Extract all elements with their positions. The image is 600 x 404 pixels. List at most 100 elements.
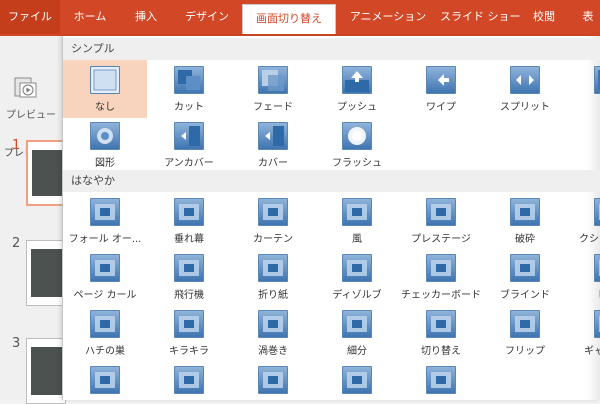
ribbon-tab[interactable]: スライド ショー: [440, 0, 521, 34]
transition-item[interactable]: クシャクシャ: [567, 192, 600, 250]
fall-over-icon: [90, 198, 120, 226]
slide-thumbnail[interactable]: [26, 240, 66, 306]
ribbon-tab[interactable]: アニメーション: [336, 0, 440, 34]
transition-label: フォール オー...: [68, 234, 142, 245]
transition-item[interactable]: カバー: [231, 116, 315, 174]
transition-label: ワイプ: [426, 102, 456, 113]
transition-item[interactable]: キラキラ: [147, 304, 231, 362]
push-icon: [342, 66, 372, 94]
ribbon-tab[interactable]: 表: [568, 0, 600, 34]
slide-thumbnail[interactable]: [26, 140, 66, 206]
uncover-icon: [174, 122, 204, 150]
transition-label: 飛行機: [174, 290, 204, 301]
transition-label: フラッシュ: [332, 158, 382, 169]
transition-label: チェッカーボード: [401, 290, 481, 301]
ribbon-tab[interactable]: ファイル: [0, 0, 60, 34]
crush-icon: [594, 198, 600, 226]
transition-item[interactable]: ワイプ: [399, 60, 483, 118]
transition-item[interactable]: [147, 360, 231, 400]
transition-item[interactable]: ページ カール: [63, 248, 147, 306]
origami-icon: [258, 254, 288, 282]
transition-item[interactable]: 飛行機: [147, 248, 231, 306]
box-icon: [258, 366, 288, 394]
cube-icon: [90, 366, 120, 394]
transition-item[interactable]: カット: [147, 60, 231, 118]
transition-label: フェード: [253, 102, 293, 113]
glitter-icon: [174, 310, 204, 338]
transition-item[interactable]: 破砕: [483, 192, 567, 250]
shred-icon: [342, 310, 372, 338]
zoom-icon: [342, 366, 372, 394]
ribbon-tab[interactable]: 校閲: [520, 0, 568, 34]
transition-label: なし: [95, 102, 115, 113]
reveal-icon: [594, 66, 600, 94]
transition-item[interactable]: 細分: [315, 304, 399, 362]
gallery-section-header: はなやか: [63, 170, 600, 192]
transition-label: アンカバー: [164, 158, 214, 169]
curtains-icon: [258, 198, 288, 226]
transition-item[interactable]: アンカバー: [147, 116, 231, 174]
preview-button[interactable]: プレビュー: [6, 76, 56, 124]
transition-item[interactable]: 渦巻き: [231, 304, 315, 362]
fade-icon: [258, 66, 288, 94]
gallery-icon: [594, 310, 600, 338]
transition-item[interactable]: 折り紙: [231, 248, 315, 306]
transition-item[interactable]: フェード: [231, 60, 315, 118]
ribbon-tab[interactable]: 画面切り替え: [242, 4, 336, 34]
transition-item[interactable]: スプリット: [483, 60, 567, 118]
transition-item[interactable]: 風: [315, 192, 399, 250]
split-icon: [510, 66, 540, 94]
wind-icon: [342, 198, 372, 226]
transition-item[interactable]: 垂れ幕: [147, 192, 231, 250]
slide-thumbnail[interactable]: [26, 338, 66, 404]
transition-item[interactable]: なし: [63, 60, 147, 118]
ribbon-tab[interactable]: ホーム: [60, 0, 120, 34]
transition-label: カット: [174, 102, 204, 113]
transition-item[interactable]: [399, 360, 483, 400]
transition-item[interactable]: 切り替え: [399, 304, 483, 362]
prestige-icon: [426, 198, 456, 226]
transition-item[interactable]: 出現: [567, 60, 600, 118]
transition-item[interactable]: フリップ: [483, 304, 567, 362]
flash-icon: [342, 122, 372, 150]
transition-label: キラキラ: [169, 346, 209, 357]
wipe-icon: [426, 66, 456, 94]
transition-label: プッシュ: [337, 102, 377, 113]
transition-item[interactable]: [63, 360, 147, 400]
transition-label: 細分: [347, 346, 367, 357]
transition-item[interactable]: 図形: [63, 116, 147, 174]
transition-item[interactable]: [231, 360, 315, 400]
left-pane: プレビュー プレビュー 1 2 3: [0, 36, 66, 404]
transition-item[interactable]: ブラインド: [483, 248, 567, 306]
transition-label: ギャラリー: [584, 346, 600, 357]
ribbon-tab[interactable]: 挿入: [120, 0, 172, 34]
shape-icon: [90, 122, 120, 150]
flip-icon: [510, 310, 540, 338]
honeycomb-icon: [90, 310, 120, 338]
transition-label: 渦巻き: [258, 346, 288, 357]
transition-label: 折り紙: [258, 290, 288, 301]
transition-label: ディゾルブ: [332, 290, 382, 301]
transition-item[interactable]: カーテン: [231, 192, 315, 250]
none-icon: [90, 66, 120, 94]
transition-item[interactable]: プッシュ: [315, 60, 399, 118]
preview-icon: [14, 77, 37, 98]
slide-number: 3: [12, 336, 21, 351]
transition-label: クシャクシャ: [579, 234, 600, 245]
transition-label: カーテン: [253, 234, 293, 245]
transition-item[interactable]: 時計: [567, 248, 600, 306]
gallery-section-header: シンプル: [63, 38, 600, 60]
transition-item[interactable]: ギャラリー: [567, 304, 600, 362]
transition-item[interactable]: チェッカーボード: [399, 248, 483, 306]
transition-item[interactable]: ハチの巣: [63, 304, 147, 362]
transition-item[interactable]: プレステージ: [399, 192, 483, 250]
transition-label: フリップ: [505, 346, 545, 357]
transition-item[interactable]: [315, 360, 399, 400]
transition-label: 切り替え: [421, 346, 461, 357]
transition-item[interactable]: ディゾルブ: [315, 248, 399, 306]
transition-label: スプリット: [500, 102, 550, 113]
transition-item[interactable]: フォール オー...: [63, 192, 147, 250]
transition-item[interactable]: フラッシュ: [315, 116, 399, 174]
ribbon-tab[interactable]: デザイン: [172, 0, 242, 34]
transition-label: ブラインド: [500, 290, 550, 301]
